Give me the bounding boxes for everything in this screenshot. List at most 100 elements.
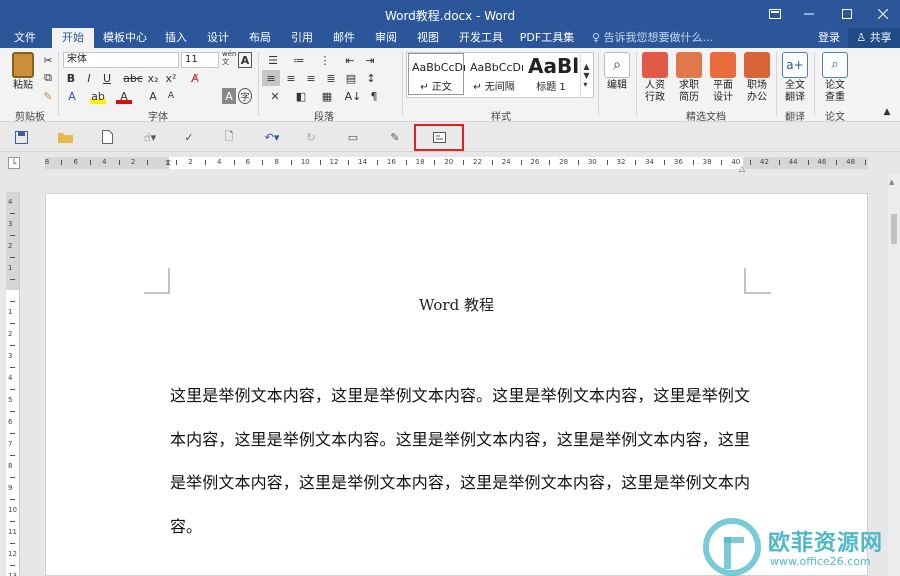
align-center-icon[interactable]: ≡	[282, 70, 300, 86]
show-marks-icon[interactable]: ¶	[366, 88, 382, 104]
tab-mailings[interactable]: 邮件	[328, 28, 360, 48]
subscript-icon[interactable]: x₂	[146, 70, 160, 86]
text-effects-icon[interactable]: A	[64, 88, 80, 104]
clear-format-icon[interactable]: A̸	[188, 70, 202, 86]
spelling-icon[interactable]: ✓	[178, 127, 200, 147]
numbering-icon[interactable]: ≔	[290, 52, 308, 68]
right-indent-marker[interactable]: △	[736, 162, 748, 174]
sort-icon[interactable]: A↓	[344, 88, 362, 104]
ruler-label: 26	[530, 158, 540, 166]
bold-icon[interactable]: B	[64, 70, 78, 86]
multilevel-list-icon[interactable]: ⋮	[316, 52, 334, 68]
login-button[interactable]: 登录	[818, 28, 840, 48]
char-border-icon[interactable]: A	[238, 52, 252, 68]
maximize-icon[interactable]	[830, 0, 864, 28]
increase-indent-icon[interactable]: ⇥	[362, 52, 378, 68]
style-heading1[interactable]: AaBl 标题 1	[524, 53, 579, 95]
left-indent-marker[interactable]: ⧗	[162, 152, 174, 174]
decrease-font-icon[interactable]: A	[164, 88, 178, 104]
tell-me-placeholder: 告诉我您想要做什么...	[603, 31, 714, 44]
paper-check-button[interactable]: ⌕ 论文 查重	[818, 52, 852, 104]
corner-mark-top-right	[744, 268, 771, 294]
vruler-label: 12	[8, 550, 17, 558]
tab-view[interactable]: 视图	[412, 28, 444, 48]
superscript-icon[interactable]: x²	[164, 70, 178, 86]
line-spacing-icon[interactable]: ↕	[362, 70, 380, 86]
document-paragraph[interactable]: 这里是举例文本内容，这里是举例文本内容。这里是举例文本内容，这里是举例文本内容，…	[170, 374, 750, 548]
align-left-icon[interactable]: ≡	[262, 70, 280, 86]
shading-icon[interactable]: ◧	[292, 88, 310, 104]
doc-hr-admin-button[interactable]: 人资 行政	[638, 52, 672, 104]
style-normal[interactable]: AaBbCcDı ↵ 正文	[408, 53, 466, 95]
asian-layout-icon[interactable]: ✕	[266, 88, 284, 104]
increase-font-icon[interactable]: A	[146, 88, 160, 104]
minimize-icon[interactable]	[792, 0, 826, 28]
italic-icon[interactable]: I	[82, 70, 96, 86]
translate-group-label: 翻译	[785, 112, 805, 123]
char-shading-icon[interactable]: A	[222, 88, 236, 104]
undo-icon[interactable]: ↶▾	[258, 127, 286, 147]
strikethrough-icon[interactable]: abc	[123, 70, 143, 86]
print-preview-icon[interactable]: 🗋	[218, 127, 240, 147]
ruler-label: 34	[645, 158, 655, 166]
open-folder-icon[interactable]	[54, 127, 76, 147]
tab-template-center[interactable]: 模板中心	[100, 28, 150, 48]
enclose-char-icon[interactable]: 字	[238, 88, 252, 104]
vruler-tick	[10, 433, 15, 434]
title-bar: Word教程.docx - Word	[0, 0, 900, 28]
edit-icon[interactable]: ✎	[384, 127, 406, 147]
ruler-label: 44	[788, 158, 798, 166]
insert-textbox-icon[interactable]	[428, 127, 450, 147]
new-doc-icon[interactable]	[96, 127, 118, 147]
scrollbar-thumb[interactable]	[891, 214, 897, 244]
format-painter-icon[interactable]: ✎	[40, 88, 56, 104]
paste-button[interactable]: 粘贴	[6, 52, 40, 92]
align-right-icon[interactable]: ≡	[302, 70, 320, 86]
highlight-icon[interactable]: ab	[90, 88, 106, 104]
tab-references[interactable]: 引用	[286, 28, 318, 48]
scroll-up-icon[interactable]: ▲	[889, 178, 894, 186]
font-size-select[interactable]: 11	[181, 52, 219, 68]
doc-office-button[interactable]: 职场 办公	[740, 52, 774, 104]
tab-file[interactable]: 文件	[8, 28, 42, 48]
ribbon-display-icon[interactable]	[758, 0, 792, 28]
ruler-tick	[577, 160, 579, 165]
touch-mode-icon[interactable]: ☝▾	[136, 127, 164, 147]
font-name-select[interactable]: 宋体	[63, 52, 179, 68]
doc-graphic-button[interactable]: 平面 设计	[706, 52, 740, 104]
share-button[interactable]: ♙ 共享	[848, 28, 900, 48]
collapse-ribbon-icon[interactable]: ▲	[880, 106, 894, 118]
tab-selector-icon[interactable]: └	[8, 157, 20, 169]
redo-icon[interactable]: ↻	[300, 127, 322, 147]
tab-review[interactable]: 审阅	[370, 28, 402, 48]
underline-icon[interactable]: U	[100, 70, 114, 86]
tab-layout[interactable]: 布局	[244, 28, 276, 48]
distributed-icon[interactable]: ▤	[342, 70, 360, 86]
justify-icon[interactable]: ≣	[322, 70, 340, 86]
styles-scroll-icon[interactable]: ▲ ▼ ▾	[580, 52, 592, 98]
document-title[interactable]: Word 教程	[46, 294, 867, 315]
close-icon[interactable]	[866, 0, 900, 28]
editing-button[interactable]: ⌕ 编辑	[600, 52, 634, 92]
tab-home[interactable]: 开始	[52, 28, 94, 48]
borders-icon[interactable]: ▦	[318, 88, 336, 104]
doc-resume-button[interactable]: 求职 简历	[672, 52, 706, 104]
phonetic-guide-button[interactable]: wén 文	[222, 50, 236, 66]
copy-icon[interactable]: ⧉	[40, 70, 56, 86]
tell-me-search[interactable]: ♀ 告诉我您想要做什么...	[592, 28, 713, 48]
tab-design[interactable]: 设计	[202, 28, 234, 48]
bullets-icon[interactable]: ☰	[264, 52, 282, 68]
tab-pdf-tools[interactable]: PDF工具集	[516, 28, 578, 48]
tab-insert[interactable]: 插入	[160, 28, 192, 48]
tab-developer[interactable]: 开发工具	[454, 28, 508, 48]
decrease-indent-icon[interactable]: ⇤	[342, 52, 358, 68]
vruler-label: 1	[8, 264, 13, 272]
vertical-ruler[interactable]: 4 3 2 1 1 2 3 4 5 6 7 8 9 10 11 12 13	[6, 192, 20, 576]
cut-icon[interactable]: ✂	[40, 52, 56, 68]
font-color-icon[interactable]: A	[116, 88, 132, 104]
translate-button[interactable]: a+ 全文 翻译	[778, 52, 812, 104]
vruler-label: 8	[8, 462, 13, 470]
style-no-spacing[interactable]: AaBbCcDı ↵ 无间隔	[466, 53, 524, 95]
screen-icon[interactable]: ▭	[342, 127, 364, 147]
save-icon[interactable]	[10, 127, 32, 147]
